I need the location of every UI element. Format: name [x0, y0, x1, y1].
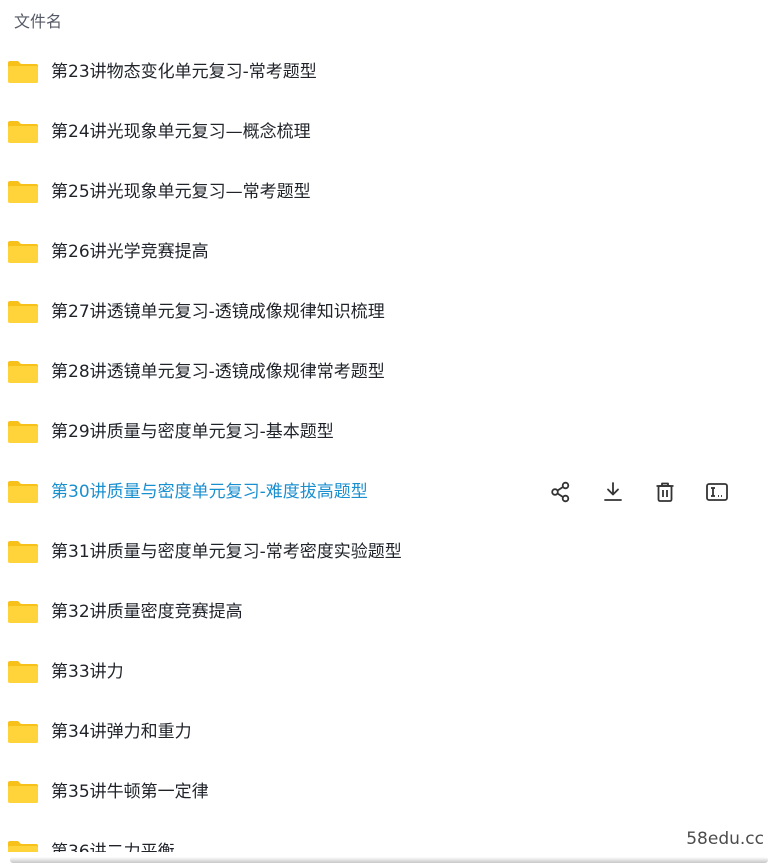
watermark: 58edu.cc [686, 829, 764, 849]
folder-icon [7, 720, 39, 744]
file-name[interactable]: 第27讲透镜单元复习-透镜成像规律知识梳理 [51, 301, 385, 323]
share-icon[interactable] [548, 480, 574, 504]
delete-icon[interactable] [652, 480, 678, 504]
list-item[interactable]: 第29讲质量与密度单元复习-基本题型 [0, 402, 770, 462]
list-item[interactable]: 第31讲质量与密度单元复习-常考密度实验题型 [0, 522, 770, 582]
folder-icon [7, 420, 39, 444]
folder-icon [7, 660, 39, 684]
list-item[interactable]: 第23讲物态变化单元复习-常考题型 [0, 42, 770, 102]
file-name[interactable]: 第35讲牛顿第一定律 [51, 781, 209, 803]
folder-icon [7, 780, 39, 804]
file-name[interactable]: 第25讲光现象单元复习—常考题型 [51, 181, 311, 203]
folder-icon [7, 180, 39, 204]
folder-icon [7, 360, 39, 384]
file-name[interactable]: 第24讲光现象单元复习—概念梳理 [51, 121, 311, 143]
list-item[interactable]: 第32讲质量密度竞赛提高 [0, 582, 770, 642]
list-item[interactable]: 第33讲力 [0, 642, 770, 702]
file-name[interactable]: 第23讲物态变化单元复习-常考题型 [51, 61, 317, 83]
list-item[interactable]: 第24讲光现象单元复习—概念梳理 [0, 102, 770, 162]
file-name[interactable]: 第33讲力 [51, 661, 124, 683]
folder-icon [7, 540, 39, 564]
list-item[interactable]: 第25讲光现象单元复习—常考题型 [0, 162, 770, 222]
folder-icon [7, 240, 39, 264]
folder-icon [7, 600, 39, 624]
list-item[interactable]: 第36讲二力平衡 [0, 822, 770, 852]
folder-icon [7, 120, 39, 144]
file-name[interactable]: 第32讲质量密度竞赛提高 [51, 601, 243, 623]
folder-icon [7, 300, 39, 324]
list-item[interactable]: 第35讲牛顿第一定律 [0, 762, 770, 822]
file-name[interactable]: 第34讲弹力和重力 [51, 721, 192, 743]
list-item[interactable]: 第34讲弹力和重力 [0, 702, 770, 762]
list-item-hovered[interactable]: 第30讲质量与密度单元复习-难度拔高题型 [0, 462, 770, 522]
file-list: 第23讲物态变化单元复习-常考题型 第24讲光现象单元复习—概念梳理 第25讲光… [0, 42, 770, 852]
column-header-filename[interactable]: 文件名 [14, 8, 62, 32]
file-name[interactable]: 第29讲质量与密度单元复习-基本题型 [51, 421, 334, 443]
file-name[interactable]: 第31讲质量与密度单元复习-常考密度实验题型 [51, 541, 402, 563]
folder-icon [7, 840, 39, 852]
folder-icon [7, 480, 39, 504]
list-item[interactable]: 第26讲光学竞赛提高 [0, 222, 770, 282]
rename-icon[interactable] [704, 480, 730, 504]
folder-icon [7, 60, 39, 84]
file-name[interactable]: 第30讲质量与密度单元复习-难度拔高题型 [51, 481, 368, 503]
file-name[interactable]: 第28讲透镜单元复习-透镜成像规律常考题型 [51, 361, 385, 383]
list-item[interactable]: 第27讲透镜单元复习-透镜成像规律知识梳理 [0, 282, 770, 342]
download-icon[interactable] [600, 480, 626, 504]
file-name[interactable]: 第36讲二力平衡 [51, 841, 175, 852]
list-scroll-edge [10, 857, 768, 863]
file-name[interactable]: 第26讲光学竞赛提高 [51, 241, 209, 263]
list-item[interactable]: 第28讲透镜单元复习-透镜成像规律常考题型 [0, 342, 770, 402]
row-actions [548, 480, 756, 504]
